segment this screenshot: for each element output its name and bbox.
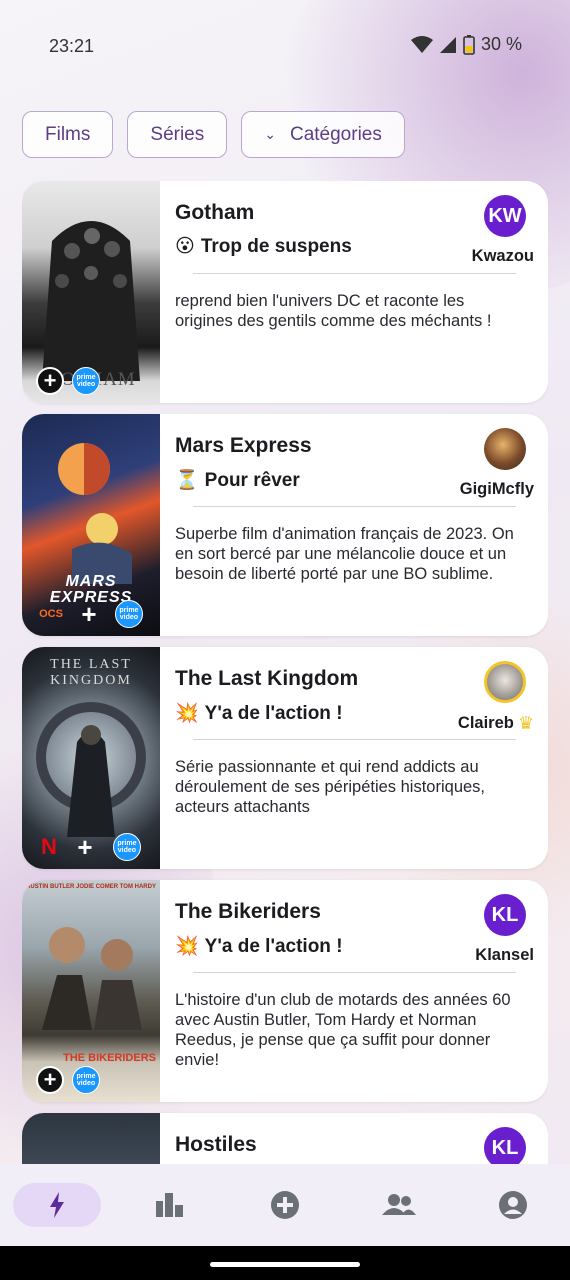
bottom-navigation (0, 1164, 570, 1246)
nav-profile-tab[interactable] (469, 1183, 557, 1227)
nav-feed-tab[interactable] (13, 1183, 101, 1227)
mood-tag: ⏳ Pour rêver (175, 468, 300, 492)
avatar[interactable]: KW (484, 195, 526, 237)
poster-the-bikeriders[interactable]: AUSTIN BUTLER JODIE COMER TOM HARDY THE … (22, 880, 160, 1102)
avatar[interactable]: KL (484, 1127, 526, 1164)
user-info[interactable]: GigiMcfly (460, 428, 534, 499)
user-info[interactable]: KW Kwazou (472, 195, 534, 266)
divider (193, 273, 516, 274)
bar-chart-icon (156, 1193, 183, 1217)
system-navigation-bar (0, 1246, 570, 1280)
poster-hostiles[interactable] (22, 1113, 160, 1164)
mood-tag: 💥 Y'a de l'action ! (175, 701, 343, 725)
mood-label: Pour rêver (204, 470, 300, 491)
divider (193, 972, 516, 973)
collision-emoji-icon: 💥 (175, 936, 199, 957)
mood-tag: 💥 Y'a de l'action ! (175, 934, 343, 958)
avatar[interactable]: KL (484, 894, 526, 936)
poster-gotham[interactable]: GOTHAM + primevideo (22, 181, 160, 403)
filter-series-button[interactable]: Séries (127, 111, 228, 158)
mood-label: Y'a de l'action ! (204, 936, 343, 957)
poster-mars-express[interactable]: MARS EXPRESS OCS + prime video (22, 414, 160, 636)
divider (193, 739, 516, 740)
user-info[interactable]: Claireb ♛ (458, 661, 534, 734)
mood-label: Y'a de l'action ! (204, 703, 343, 724)
filter-label: Catégories (289, 123, 382, 145)
filter-films-button[interactable]: Films (22, 111, 114, 158)
battery-level: 30 % (480, 34, 522, 54)
ocs-icon: OCS (39, 608, 63, 620)
nav-friends-tab[interactable] (355, 1183, 443, 1227)
user-info[interactable]: KL Klansel (475, 894, 534, 965)
username: Kwazou (471, 247, 534, 265)
card-title: Mars Express (175, 434, 312, 457)
review-card[interactable]: AUSTIN BUTLER JODIE COMER TOM HARDY THE … (22, 880, 548, 1102)
add-watchlist-icon[interactable]: + (71, 833, 99, 861)
wifi-icon (410, 35, 433, 53)
filter-label: Séries (150, 123, 205, 145)
username: GigiMcfly (459, 480, 534, 498)
username: Klansel (475, 946, 534, 964)
battery-icon (463, 34, 475, 55)
review-card[interactable]: GOTHAM + primevideo Gotham 😮Trop de susp… (22, 181, 548, 403)
collision-emoji-icon: 💥 (175, 703, 199, 724)
divider (193, 506, 516, 507)
prime-video-icon: prime video (112, 833, 141, 861)
add-watchlist-icon[interactable]: + (36, 367, 64, 395)
review-text: Superbe film d'animation français de 202… (175, 525, 514, 583)
card-title: Hostiles (175, 1133, 257, 1156)
card-title: Gotham (175, 201, 255, 224)
surprised-emoji-icon: 😮 (175, 236, 195, 257)
review-card[interactable]: THE LAST KINGDOM N + prime video The Last… (22, 647, 548, 869)
poster-title: THE BIKERIDERS (63, 1052, 156, 1064)
status-time: 23:21 (49, 36, 95, 56)
account-icon (499, 1191, 527, 1219)
nav-stats-tab[interactable] (127, 1183, 215, 1227)
avatar[interactable] (484, 661, 526, 703)
avatar[interactable] (484, 428, 526, 470)
signal-icon (439, 36, 456, 53)
prime-video-icon: prime video (72, 367, 100, 395)
review-text: reprend bien l'univers DC et raconte les… (175, 292, 492, 330)
review-text: L'histoire d'un club de motards des anné… (175, 991, 511, 1069)
nav-add-tab[interactable] (241, 1183, 329, 1227)
add-circle-icon (271, 1191, 299, 1219)
group-icon (382, 1194, 416, 1215)
filter-label: Films (45, 123, 91, 145)
mood-tag: 😮 Trop de suspens (175, 235, 352, 258)
crown-icon: ♛ (517, 713, 534, 733)
prime-video-icon: prime video (114, 600, 143, 628)
user-info[interactable]: KL (484, 1127, 534, 1164)
netflix-icon: N (41, 834, 57, 859)
card-title: The Bikeriders (175, 900, 321, 923)
home-handle[interactable] (210, 1262, 360, 1267)
add-watchlist-icon[interactable]: + (75, 600, 103, 628)
status-bar: 23:21 30 % (0, 0, 570, 92)
hourglass-emoji-icon: ⏳ (175, 470, 199, 491)
bolt-icon (50, 1192, 64, 1218)
username: Claireb ♛ (457, 713, 534, 733)
poster-names: AUSTIN BUTLER JODIE COMER TOM HARDY (26, 884, 156, 890)
filter-categories-dropdown[interactable]: ⌄ Catégories (241, 111, 405, 158)
chevron-down-icon: ⌄ (264, 126, 276, 142)
status-icons: 30 % (410, 34, 522, 55)
card-title: The Last Kingdom (175, 667, 359, 690)
filter-bar: Films Séries ⌄ Catégories (22, 111, 405, 158)
add-watchlist-icon[interactable]: + (36, 1066, 64, 1094)
poster-the-last-kingdom[interactable]: THE LAST KINGDOM N + prime video (22, 647, 160, 869)
review-text: Série passionnante et qui rend addicts a… (175, 758, 486, 816)
review-card[interactable]: Hostiles KL (22, 1113, 548, 1164)
review-card[interactable]: MARS EXPRESS OCS + prime video Mars Expre… (22, 414, 548, 636)
prime-video-icon: prime video (72, 1066, 100, 1094)
poster-title: THE LAST KINGDOM (50, 657, 132, 688)
mood-label: Trop de suspens (200, 236, 352, 257)
feed-list[interactable]: GOTHAM + primevideo Gotham 😮Trop de susp… (22, 181, 548, 1164)
